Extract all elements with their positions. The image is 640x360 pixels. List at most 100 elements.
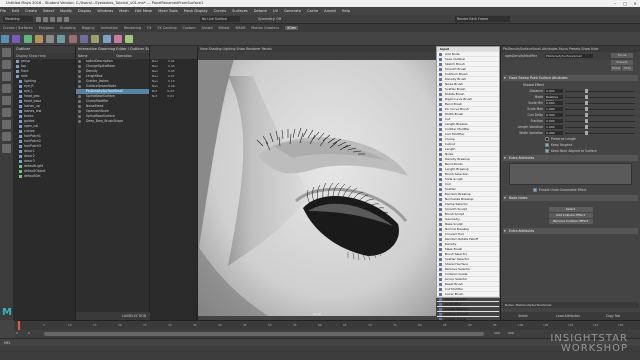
visibility-icon[interactable]: [78, 115, 81, 118]
paint-select-icon[interactable]: [2, 72, 11, 81]
visibility-icon[interactable]: [78, 100, 81, 103]
presets-button[interactable]: Presets: [611, 60, 633, 65]
redo-icon[interactable]: [64, 17, 69, 22]
menu-cache[interactable]: Cache: [307, 9, 318, 13]
single-view-icon[interactable]: [2, 120, 11, 129]
section-extra[interactable]: Extra Attributes: [503, 155, 638, 161]
menu-mesh-display[interactable]: Mesh Display: [184, 9, 208, 13]
menu-create[interactable]: Create: [25, 9, 37, 13]
select-button[interactable]: Select: [548, 207, 593, 212]
undo-effect-checkbox[interactable]: [533, 188, 537, 192]
attr-node-field[interactable]: PtsDensitySurfaceSmall: [545, 54, 593, 58]
shelf-tab-rendering[interactable]: Rendering: [124, 26, 141, 30]
add-collision-button[interactable]: Add Collision Effect: [548, 213, 593, 218]
shelf-tab-polygons[interactable]: Polygons: [39, 26, 54, 30]
visibility-icon[interactable]: [78, 80, 81, 83]
visibility-icon[interactable]: [78, 110, 81, 113]
attr-slider[interactable]: [565, 119, 635, 123]
range-min[interactable]: 1: [28, 331, 30, 335]
shelf-tab-rigging[interactable]: Rigging: [82, 26, 95, 30]
visibility-icon[interactable]: [78, 60, 81, 63]
time-slider[interactable]: 1510152025303540455055606570758085909510…: [14, 320, 640, 331]
shelf-tab-motion-graphics[interactable]: Motion Graphics: [251, 26, 279, 30]
menu-deform[interactable]: Deform: [254, 9, 267, 13]
visibility-icon[interactable]: [78, 90, 81, 93]
shelf-tab-arnold[interactable]: Arnold: [202, 26, 213, 30]
shelf-tab-sculpting[interactable]: Sculpting: [60, 26, 76, 30]
focus-button[interactable]: Focus: [611, 53, 633, 58]
attr-value-field[interactable]: 1.000: [545, 125, 563, 129]
footer-load-button[interactable]: Load Attributes: [546, 312, 590, 320]
attr-slider-handle[interactable]: [585, 131, 588, 135]
coil-icon[interactable]: [113, 35, 122, 43]
scale-tool-icon[interactable]: [2, 108, 11, 117]
range-max[interactable]: 200: [508, 331, 514, 335]
visibility-icon[interactable]: [78, 70, 81, 73]
menu-curves[interactable]: Curves: [214, 9, 226, 13]
visibility-icon[interactable]: [78, 85, 81, 88]
lasso-tool-icon[interactable]: [2, 60, 11, 69]
menu-file[interactable]: File: [0, 9, 6, 13]
section-notes[interactable]: Node Notes: [503, 195, 638, 201]
shelf-tab-animation[interactable]: Animation: [101, 26, 118, 30]
attr-slider[interactable]: [565, 89, 635, 93]
noise-icon[interactable]: [102, 35, 111, 43]
density-icon[interactable]: [57, 35, 66, 43]
visibility-icon[interactable]: [78, 65, 81, 68]
range-start[interactable]: 1: [16, 331, 18, 335]
smooth-icon[interactable]: [79, 35, 88, 43]
move-tool-icon[interactable]: [2, 84, 11, 93]
attr-slider[interactable]: [565, 125, 635, 129]
visibility-icon[interactable]: [78, 120, 81, 123]
attr-slider-handle[interactable]: [585, 113, 588, 117]
undo-icon[interactable]: [57, 17, 62, 22]
attr-slider-handle[interactable]: [585, 95, 588, 99]
new-scene-icon[interactable]: [36, 17, 41, 22]
attr-value-field[interactable]: 0.000: [545, 131, 563, 135]
range-slider[interactable]: 1 1 120 200: [14, 330, 640, 338]
render-search-field[interactable]: Render Each Frame: [455, 16, 510, 22]
save-scene-icon[interactable]: [50, 17, 55, 22]
minimize-button[interactable]: –: [610, 0, 620, 7]
section-main[interactable]: Fixed Sweep Point Surface Attributes: [503, 75, 638, 81]
xgen-footer-button[interactable]: LASSELECTION: [76, 312, 150, 320]
menu-mesh[interactable]: Mesh: [119, 9, 128, 13]
menu-display[interactable]: Display: [78, 9, 91, 13]
menu-edit[interactable]: Edit: [12, 9, 19, 13]
xgen-stack-item[interactable]: Deep_Breq_BrushShape: [76, 119, 149, 124]
range-bar[interactable]: [44, 332, 484, 336]
attr-slider[interactable]: [565, 101, 635, 105]
range-end[interactable]: 120: [494, 331, 500, 335]
shelf-tab-fx-caching[interactable]: FX Caching: [157, 26, 176, 30]
attr-value-field[interactable]: Relative Scale: [545, 95, 563, 103]
attr-slider-handle[interactable]: [585, 125, 588, 129]
attr-slider-handle[interactable]: [585, 107, 588, 111]
hide-button[interactable]: Hide: [622, 66, 633, 71]
select-tool-icon[interactable]: [2, 48, 11, 57]
attr-value-field[interactable]: 0.000: [545, 119, 563, 123]
attr-value-field[interactable]: 0.000: [545, 101, 563, 105]
menu-mesh-tools[interactable]: Mesh Tools: [158, 9, 177, 13]
menu-generate[interactable]: Generate: [284, 9, 301, 13]
value-row[interactable]: Nrd 0.01: [150, 94, 197, 99]
rotate-tool-icon[interactable]: [2, 96, 11, 105]
shelf-tab-xgen[interactable]: XGen: [284, 26, 299, 30]
command-line[interactable]: MEL: [0, 338, 640, 346]
sculpt-brush-icon[interactable]: [34, 35, 43, 43]
menu-uv[interactable]: UV: [273, 9, 278, 13]
attr-slider-handle[interactable]: [585, 119, 588, 123]
attr-slider[interactable]: [565, 113, 635, 117]
menu-modify[interactable]: Modify: [60, 9, 72, 13]
shelf-tab-mash[interactable]: MASH: [235, 26, 245, 30]
four-view-icon[interactable]: [2, 132, 11, 141]
cut-icon[interactable]: [68, 35, 77, 43]
attr-slider-handle[interactable]: [585, 101, 588, 105]
notes-box[interactable]: [509, 163, 632, 185]
symmetry-label[interactable]: Symmetry: Off: [258, 16, 288, 22]
menu-surfaces[interactable]: Surfaces: [232, 9, 248, 13]
attr-slider-handle[interactable]: [585, 89, 588, 93]
attr-value-field[interactable]: 0.040: [545, 89, 563, 93]
length-icon[interactable]: [125, 35, 134, 43]
attr-slider[interactable]: [565, 131, 635, 135]
attr-slider[interactable]: [565, 107, 635, 111]
